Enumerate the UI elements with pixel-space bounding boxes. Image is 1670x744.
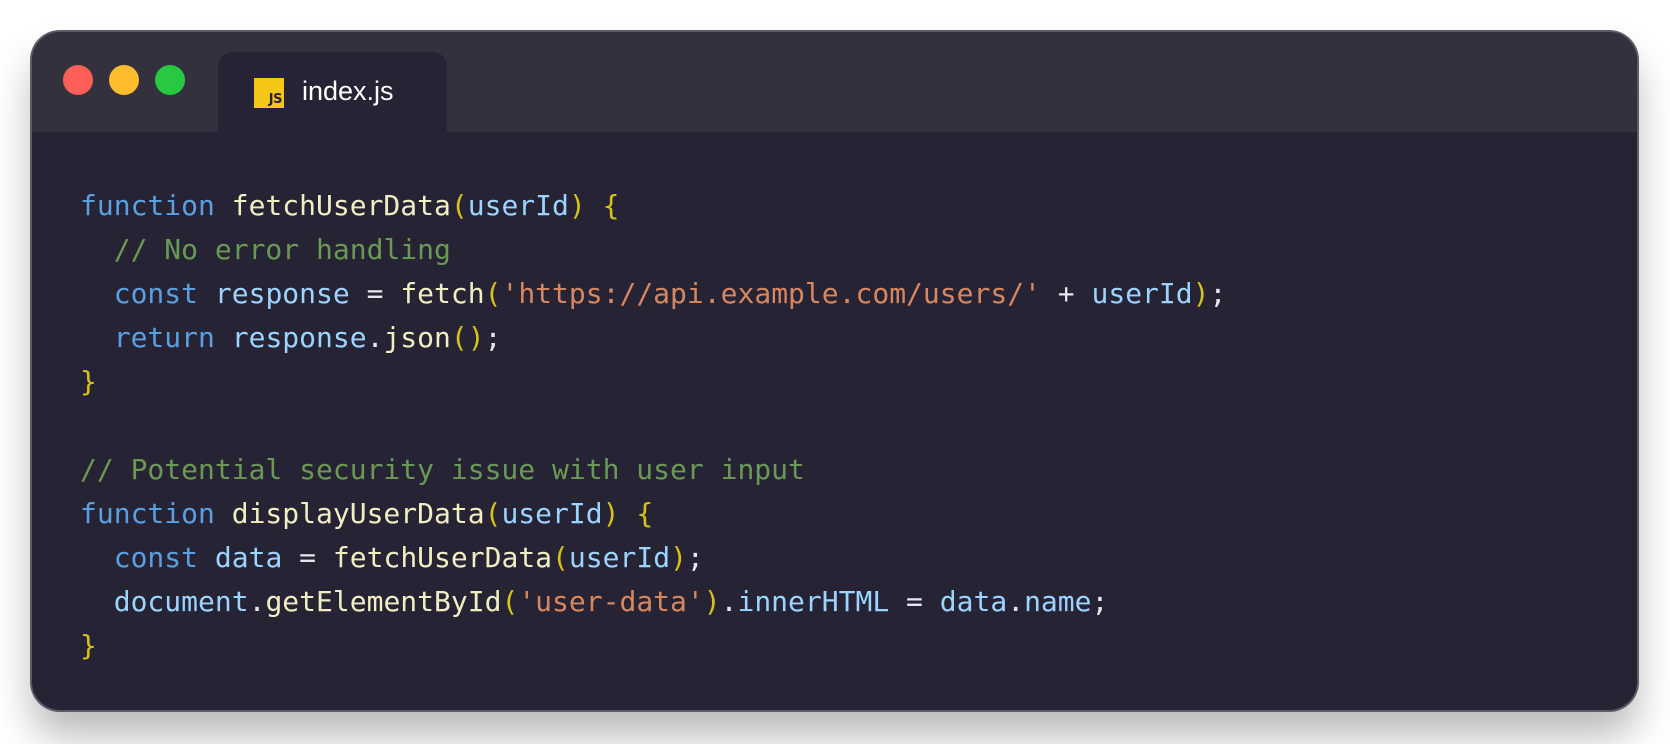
code-token: . <box>1007 585 1025 618</box>
code-token: + <box>1040 277 1092 310</box>
code-token: function <box>80 497 215 530</box>
code-token: ( <box>484 277 502 310</box>
code-token: name <box>1024 585 1092 618</box>
code-line: const data = fetchUserData(userId); <box>80 536 1226 580</box>
code-token: const <box>113 277 199 310</box>
code-line: document.getElementById('user-data').inn… <box>80 580 1226 624</box>
code-token: document <box>113 585 249 618</box>
code-token: ) <box>1192 277 1210 310</box>
code-token: . <box>720 585 738 618</box>
code-line: function fetchUserData(userId) { <box>80 184 1226 228</box>
code-token: ; <box>686 541 704 574</box>
tab-label: index.js <box>302 76 394 106</box>
code-line: function displayUserData(userId) { <box>80 492 1226 536</box>
code-token: ; <box>1209 277 1227 310</box>
code-token: } <box>80 629 97 662</box>
code-token: 'https://api.example.com/users/' <box>501 277 1041 310</box>
code-token: // Potential security issue with user in… <box>80 453 805 486</box>
code-token: ; <box>484 321 502 354</box>
code-token: ) <box>602 497 620 530</box>
minimize-button[interactable] <box>109 65 139 95</box>
code-token: json <box>383 321 451 354</box>
code-token: = <box>889 585 940 618</box>
code-line: } <box>80 360 1226 404</box>
code-token: . <box>366 321 384 354</box>
code-token: = <box>349 277 401 310</box>
javascript-file-icon: JS <box>254 78 284 108</box>
code-token: ( <box>552 541 569 574</box>
code-token: const <box>113 541 199 574</box>
code-token: fetch <box>400 277 485 310</box>
code-token: userId <box>501 497 603 530</box>
code-token: response <box>231 321 367 354</box>
code-token: = <box>282 541 333 574</box>
title-bar: JS index.js <box>32 32 1637 134</box>
code-token: fetchUserData <box>332 541 553 574</box>
code-line: } <box>80 624 1226 668</box>
code-line: // No error handling <box>80 228 1226 272</box>
code-line: // Potential security issue with user in… <box>80 448 1226 492</box>
maximize-button[interactable] <box>155 65 185 95</box>
javascript-icon-text: JS <box>268 92 283 107</box>
code-token: displayUserData <box>231 497 485 530</box>
tab-index-js[interactable]: JS index.js <box>218 52 447 134</box>
close-button[interactable] <box>63 65 93 95</box>
code-token: ) <box>703 585 721 618</box>
code-token: userId <box>467 189 569 222</box>
code-token: ( <box>484 497 502 530</box>
code-token: ) <box>568 189 586 222</box>
code-token: ( <box>501 585 519 618</box>
code-token: data <box>214 541 283 574</box>
code-token: () <box>450 321 485 354</box>
code-token: ( <box>450 189 468 222</box>
code-token: ; <box>1091 585 1109 618</box>
code-line: const response = fetch('https://api.exam… <box>80 272 1227 316</box>
code-line: return response.json(); <box>80 316 1226 360</box>
code-editor[interactable]: function fetchUserData(userId) { // No e… <box>80 184 1226 668</box>
code-token: { <box>602 189 620 222</box>
code-token: userId <box>1091 277 1193 310</box>
code-token: innerHTML <box>737 585 890 618</box>
code-token: 'user-data' <box>518 585 704 618</box>
code-token: fetchUserData <box>231 189 451 222</box>
code-token: . <box>248 585 266 618</box>
code-token: ) <box>670 541 687 574</box>
code-token: function <box>80 189 215 222</box>
code-token: response <box>214 277 350 310</box>
code-token: getElementById <box>265 585 502 618</box>
code-token: userId <box>568 541 671 574</box>
code-token: } <box>80 365 97 398</box>
code-token: return <box>113 321 215 354</box>
code-window: JS index.js function fetchUserData(userI… <box>32 32 1637 710</box>
code-token: data <box>939 585 1008 618</box>
code-token: { <box>636 497 654 530</box>
code-token: // No error handling <box>113 233 451 266</box>
